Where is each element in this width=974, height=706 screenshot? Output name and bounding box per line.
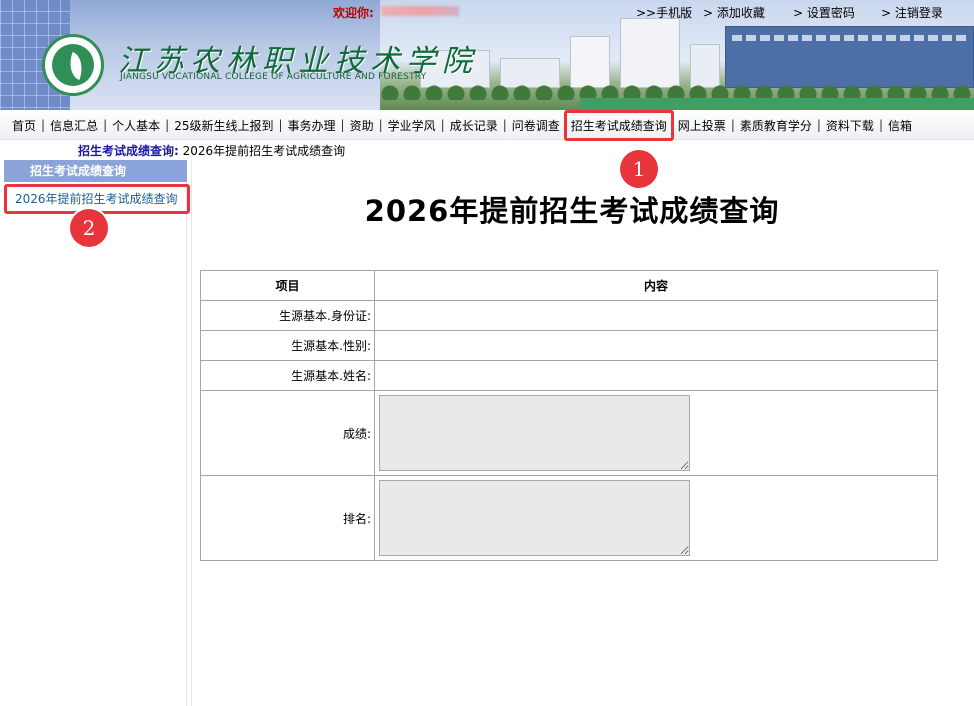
nav-item-admission-exam-score-query[interactable]: 招生考试成绩查询	[563, 109, 674, 141]
top-links: >>手机版 > 添加收藏 > 设置密码 > 注销登录	[0, 4, 974, 20]
add-favorite-link[interactable]: > 添加收藏	[703, 4, 765, 21]
table-header-row: 项目 内容	[200, 270, 938, 301]
main-content: 2026年提前招生考试成绩查询 项目 内容 生源基本.身份证: 生源基本.性别:…	[191, 160, 951, 706]
school-name-en: JIANGSU VOCATIONAL COLLEGE OF AGRICULTUR…	[120, 72, 427, 82]
row-value-score-cell	[374, 390, 938, 476]
campus-building	[620, 18, 680, 88]
nav-item-quality-education-credits[interactable]: 素质教育学分 |	[736, 110, 822, 140]
score-textarea[interactable]	[379, 395, 690, 471]
nav-item-growth-records[interactable]: 成长记录 |	[446, 110, 508, 140]
nav-item-downloads[interactable]: 资料下载 |	[822, 110, 884, 140]
nav-item-freshman-online-registration[interactable]: 25级新生线上报到 |	[170, 110, 283, 140]
campus-sports-field	[580, 98, 974, 110]
row-value-rank-cell	[374, 475, 938, 561]
nav-item-personal-basic[interactable]: 个人基本 |	[108, 110, 170, 140]
table-row: 生源基本.身份证:	[200, 300, 938, 331]
breadcrumb-current: 2026年提前招生考试成绩查询	[182, 144, 346, 158]
nav-item-survey[interactable]: 问卷调查	[508, 110, 564, 140]
main-nav: 首页 | 信息汇总 | 个人基本 | 25级新生线上报到 | 事务办理 | 资助 | 学业学…	[0, 109, 974, 141]
rank-textarea[interactable]	[379, 480, 690, 556]
campus-trees	[380, 80, 974, 100]
school-logo-icon	[42, 34, 104, 96]
table-row: 成绩:	[200, 390, 938, 476]
logout-link[interactable]: > 注销登录	[881, 4, 943, 21]
row-label-name: 生源基本.姓名:	[200, 360, 375, 391]
header-banner: 江苏农林职业技术学院 JIANGSU VOCATIONAL COLLEGE OF…	[0, 0, 974, 110]
sidebar-heading: 招生考试成绩查询	[4, 160, 187, 182]
sidebar-item-2026-early-admission-score-query[interactable]: 2026年提前招生考试成绩查询	[4, 184, 190, 214]
table-row: 生源基本.姓名:	[200, 360, 938, 391]
campus-building	[725, 26, 974, 88]
nav-item-affairs[interactable]: 事务办理 |	[284, 110, 346, 140]
nav-item-financial-aid[interactable]: 资助 |	[346, 110, 384, 140]
mobile-version-link[interactable]: >>手机版	[636, 4, 692, 21]
column-header-item: 项目	[200, 270, 375, 301]
table-row: 排名:	[200, 475, 938, 561]
row-label-id-card: 生源基本.身份证:	[200, 300, 375, 331]
nav-item-mailbox[interactable]: 信箱	[884, 110, 916, 140]
table-row: 生源基本.性别:	[200, 330, 938, 361]
row-value-gender	[374, 330, 938, 361]
row-label-rank: 排名:	[200, 475, 375, 561]
annotation-callout-2: 2	[70, 209, 108, 247]
column-header-content: 内容	[374, 270, 938, 301]
nav-item-academic-style[interactable]: 学业学风 |	[384, 110, 446, 140]
set-password-link[interactable]: > 设置密码	[793, 4, 855, 21]
breadcrumb-section: 招生考试成绩查询:	[78, 144, 179, 158]
row-label-gender: 生源基本.性别:	[200, 330, 375, 361]
nav-item-home[interactable]: 首页 |	[8, 110, 46, 140]
nav-item-info-summary[interactable]: 信息汇总 |	[46, 110, 108, 140]
page-title: 2026年提前招生考试成绩查询	[364, 194, 780, 228]
row-value-id-card	[374, 300, 938, 331]
score-result-table: 项目 内容 生源基本.身份证: 生源基本.性别: 生源基本.姓名: 成绩: 排名…	[200, 270, 938, 561]
row-value-name	[374, 360, 938, 391]
breadcrumb: 招生考试成绩查询: 2026年提前招生考试成绩查询	[78, 142, 345, 159]
row-label-score: 成绩:	[200, 390, 375, 476]
nav-item-online-voting[interactable]: 网上投票 |	[674, 110, 736, 140]
